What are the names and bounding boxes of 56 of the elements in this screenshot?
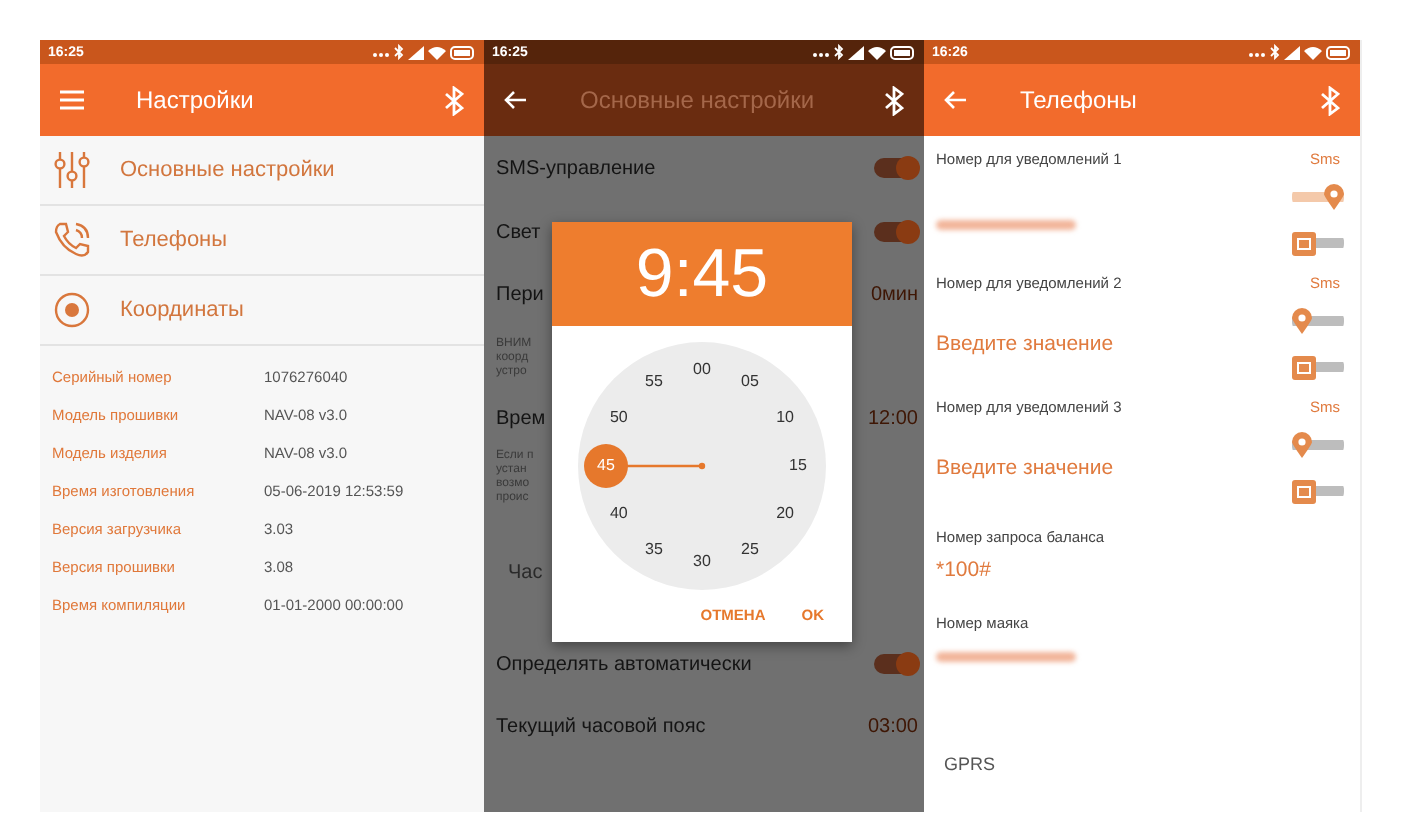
setting-value: 03:00	[867, 715, 918, 737]
back-icon[interactable]	[504, 90, 528, 110]
setting-label: Врем	[496, 407, 546, 429]
wifi-icon	[428, 45, 446, 59]
phone-icon	[52, 220, 92, 260]
dial-number[interactable]: 10	[765, 402, 806, 434]
dial-number[interactable]: 50	[598, 402, 639, 434]
bluetooth-icon	[1270, 44, 1280, 60]
menu-icon[interactable]	[60, 90, 84, 110]
pin-icon	[1292, 432, 1312, 458]
app-bar-title: Настройки	[136, 86, 256, 114]
wifi-icon	[868, 45, 886, 59]
pin-icon	[1324, 184, 1344, 210]
setting-label: SMS-управление	[496, 157, 656, 179]
dial-number[interactable]: 20	[765, 498, 806, 530]
app-bar-title: Телефоны	[1020, 86, 1139, 114]
bluetooth-icon[interactable]	[884, 85, 904, 115]
section-label: Час	[508, 561, 543, 583]
wallet-icon	[1292, 479, 1316, 503]
setting-label: Определять автоматически	[496, 653, 752, 675]
wifi-icon	[1304, 45, 1322, 59]
signal-icon	[408, 45, 424, 59]
sliders-icon	[52, 150, 92, 190]
pin-icon	[1292, 308, 1312, 334]
section-label: GPRS	[944, 754, 998, 774]
toggle-switch[interactable]	[874, 654, 918, 674]
phone-input[interactable]: Введите значение	[936, 456, 1196, 480]
dial-number[interactable]: 30	[682, 546, 722, 578]
signal-icon	[848, 45, 864, 59]
dial-number[interactable]: 25	[730, 533, 770, 566]
setting-label: Свет	[496, 221, 541, 243]
app-bar-title: Основные настройки	[580, 86, 817, 114]
setting-label: Текущий часовой пояс	[496, 715, 706, 737]
setting-label: Пери	[496, 283, 544, 305]
dial-number[interactable]: 05	[730, 366, 770, 399]
selected-time: 9:45	[635, 235, 769, 313]
toggle-switch[interactable]	[874, 222, 918, 242]
battery-icon	[1326, 45, 1352, 59]
phone-input[interactable]: Введите значение	[936, 332, 1196, 356]
toggle-switch[interactable]	[874, 158, 918, 178]
setting-value: 0мин	[870, 283, 918, 305]
dial-number[interactable]: 35	[634, 533, 674, 566]
battery-icon	[450, 45, 476, 59]
wallet-icon	[1292, 355, 1316, 379]
battery-icon	[890, 45, 916, 59]
signal-icon	[1284, 45, 1300, 59]
dial-number[interactable]: 00	[682, 354, 722, 386]
dial-number[interactable]: 55	[634, 366, 674, 399]
wallet-icon	[1292, 231, 1316, 255]
dial-number[interactable]: 15	[778, 450, 818, 482]
clock-dial[interactable]: 00 05 10 15 20 25 30 35 40 45 50 55	[578, 342, 826, 590]
bluetooth-icon	[834, 44, 844, 60]
bluetooth-icon	[394, 44, 404, 60]
target-icon	[52, 290, 92, 330]
dial-number[interactable]: 40	[598, 498, 639, 530]
setting-value: 12:00	[867, 407, 918, 429]
